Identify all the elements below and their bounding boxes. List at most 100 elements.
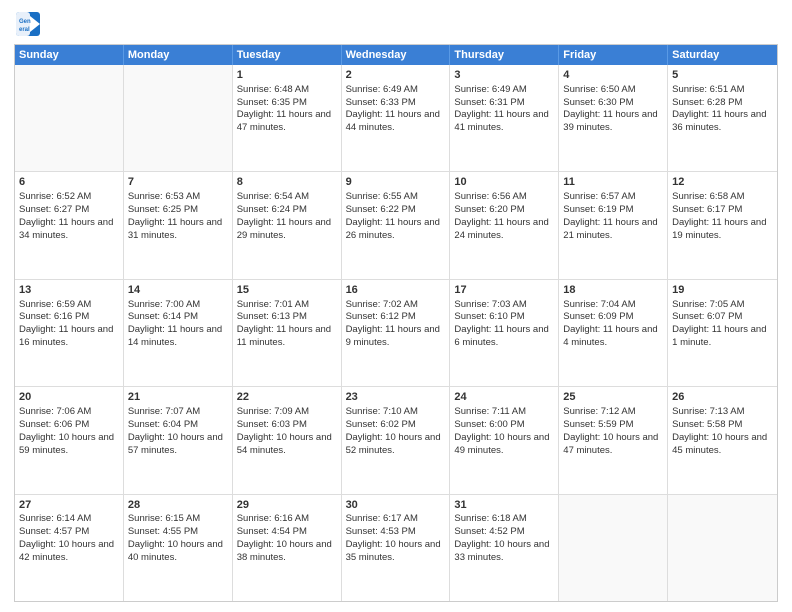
day-content: Sunrise: 7:09 AM Sunset: 6:03 PM Dayligh…: [237, 406, 332, 455]
day-content: Sunrise: 6:18 AM Sunset: 4:52 PM Dayligh…: [454, 513, 549, 562]
day-content: Sunrise: 6:54 AM Sunset: 6:24 PM Dayligh…: [237, 191, 331, 240]
calendar-row-1: 6Sunrise: 6:52 AM Sunset: 6:27 PM Daylig…: [15, 172, 777, 279]
empty-cell-4-6: [668, 495, 777, 601]
weekday-header-sunday: Sunday: [15, 45, 124, 65]
weekday-header-wednesday: Wednesday: [342, 45, 451, 65]
day-number: 6: [19, 175, 119, 190]
day-number: 23: [346, 390, 446, 405]
day-content: Sunrise: 7:12 AM Sunset: 5:59 PM Dayligh…: [563, 406, 658, 455]
day-content: Sunrise: 7:00 AM Sunset: 6:14 PM Dayligh…: [128, 299, 222, 348]
svg-text:Gen: Gen: [19, 19, 31, 25]
day-number: 7: [128, 175, 228, 190]
day-number: 20: [19, 390, 119, 405]
day-number: 3: [454, 68, 554, 83]
day-number: 5: [672, 68, 773, 83]
day-content: Sunrise: 7:06 AM Sunset: 6:06 PM Dayligh…: [19, 406, 114, 455]
weekday-header-thursday: Thursday: [450, 45, 559, 65]
day-number: 10: [454, 175, 554, 190]
day-content: Sunrise: 6:56 AM Sunset: 6:20 PM Dayligh…: [454, 191, 548, 240]
day-content: Sunrise: 7:07 AM Sunset: 6:04 PM Dayligh…: [128, 406, 223, 455]
day-content: Sunrise: 6:15 AM Sunset: 4:55 PM Dayligh…: [128, 513, 223, 562]
day-number: 11: [563, 175, 663, 190]
weekday-header-saturday: Saturday: [668, 45, 777, 65]
day-number: 14: [128, 283, 228, 298]
day-number: 26: [672, 390, 773, 405]
day-cell-6: 6Sunrise: 6:52 AM Sunset: 6:27 PM Daylig…: [15, 172, 124, 278]
weekday-header-friday: Friday: [559, 45, 668, 65]
day-content: Sunrise: 6:48 AM Sunset: 6:35 PM Dayligh…: [237, 84, 331, 133]
day-number: 27: [19, 498, 119, 513]
day-cell-19: 19Sunrise: 7:05 AM Sunset: 6:07 PM Dayli…: [668, 280, 777, 386]
day-cell-11: 11Sunrise: 6:57 AM Sunset: 6:19 PM Dayli…: [559, 172, 668, 278]
day-number: 8: [237, 175, 337, 190]
day-content: Sunrise: 6:49 AM Sunset: 6:31 PM Dayligh…: [454, 84, 548, 133]
day-cell-5: 5Sunrise: 6:51 AM Sunset: 6:28 PM Daylig…: [668, 65, 777, 171]
day-content: Sunrise: 6:59 AM Sunset: 6:16 PM Dayligh…: [19, 299, 113, 348]
day-number: 25: [563, 390, 663, 405]
weekday-header-tuesday: Tuesday: [233, 45, 342, 65]
day-number: 1: [237, 68, 337, 83]
day-cell-22: 22Sunrise: 7:09 AM Sunset: 6:03 PM Dayli…: [233, 387, 342, 493]
day-cell-16: 16Sunrise: 7:02 AM Sunset: 6:12 PM Dayli…: [342, 280, 451, 386]
day-number: 15: [237, 283, 337, 298]
day-cell-27: 27Sunrise: 6:14 AM Sunset: 4:57 PM Dayli…: [15, 495, 124, 601]
day-number: 2: [346, 68, 446, 83]
day-content: Sunrise: 7:10 AM Sunset: 6:02 PM Dayligh…: [346, 406, 441, 455]
day-cell-15: 15Sunrise: 7:01 AM Sunset: 6:13 PM Dayli…: [233, 280, 342, 386]
day-content: Sunrise: 6:57 AM Sunset: 6:19 PM Dayligh…: [563, 191, 657, 240]
day-content: Sunrise: 7:02 AM Sunset: 6:12 PM Dayligh…: [346, 299, 440, 348]
day-cell-26: 26Sunrise: 7:13 AM Sunset: 5:58 PM Dayli…: [668, 387, 777, 493]
day-content: Sunrise: 7:04 AM Sunset: 6:09 PM Dayligh…: [563, 299, 657, 348]
day-cell-12: 12Sunrise: 6:58 AM Sunset: 6:17 PM Dayli…: [668, 172, 777, 278]
calendar-row-4: 27Sunrise: 6:14 AM Sunset: 4:57 PM Dayli…: [15, 495, 777, 601]
day-cell-17: 17Sunrise: 7:03 AM Sunset: 6:10 PM Dayli…: [450, 280, 559, 386]
day-content: Sunrise: 6:49 AM Sunset: 6:33 PM Dayligh…: [346, 84, 440, 133]
day-content: Sunrise: 6:52 AM Sunset: 6:27 PM Dayligh…: [19, 191, 113, 240]
weekday-header-monday: Monday: [124, 45, 233, 65]
day-cell-10: 10Sunrise: 6:56 AM Sunset: 6:20 PM Dayli…: [450, 172, 559, 278]
day-content: Sunrise: 6:16 AM Sunset: 4:54 PM Dayligh…: [237, 513, 332, 562]
calendar-row-0: 1Sunrise: 6:48 AM Sunset: 6:35 PM Daylig…: [15, 65, 777, 172]
day-cell-14: 14Sunrise: 7:00 AM Sunset: 6:14 PM Dayli…: [124, 280, 233, 386]
day-cell-20: 20Sunrise: 7:06 AM Sunset: 6:06 PM Dayli…: [15, 387, 124, 493]
day-content: Sunrise: 6:17 AM Sunset: 4:53 PM Dayligh…: [346, 513, 441, 562]
calendar-header: SundayMondayTuesdayWednesdayThursdayFrid…: [15, 45, 777, 65]
day-cell-31: 31Sunrise: 6:18 AM Sunset: 4:52 PM Dayli…: [450, 495, 559, 601]
calendar-row-3: 20Sunrise: 7:06 AM Sunset: 6:06 PM Dayli…: [15, 387, 777, 494]
calendar: SundayMondayTuesdayWednesdayThursdayFrid…: [14, 44, 778, 602]
day-number: 12: [672, 175, 773, 190]
day-number: 24: [454, 390, 554, 405]
empty-cell-0-1: [124, 65, 233, 171]
day-number: 16: [346, 283, 446, 298]
day-content: Sunrise: 7:05 AM Sunset: 6:07 PM Dayligh…: [672, 299, 766, 348]
day-content: Sunrise: 6:53 AM Sunset: 6:25 PM Dayligh…: [128, 191, 222, 240]
day-number: 13: [19, 283, 119, 298]
day-content: Sunrise: 6:55 AM Sunset: 6:22 PM Dayligh…: [346, 191, 440, 240]
day-number: 31: [454, 498, 554, 513]
day-content: Sunrise: 7:13 AM Sunset: 5:58 PM Dayligh…: [672, 406, 767, 455]
day-number: 18: [563, 283, 663, 298]
empty-cell-0-0: [15, 65, 124, 171]
day-cell-9: 9Sunrise: 6:55 AM Sunset: 6:22 PM Daylig…: [342, 172, 451, 278]
day-number: 4: [563, 68, 663, 83]
day-cell-13: 13Sunrise: 6:59 AM Sunset: 6:16 PM Dayli…: [15, 280, 124, 386]
page: Gen eral SundayMondayTuesdayWednesdayThu…: [0, 0, 792, 612]
day-cell-21: 21Sunrise: 7:07 AM Sunset: 6:04 PM Dayli…: [124, 387, 233, 493]
logo: Gen eral: [14, 10, 46, 38]
header: Gen eral: [14, 10, 778, 38]
logo-icon: Gen eral: [14, 10, 42, 38]
day-number: 9: [346, 175, 446, 190]
day-content: Sunrise: 6:50 AM Sunset: 6:30 PM Dayligh…: [563, 84, 657, 133]
day-cell-18: 18Sunrise: 7:04 AM Sunset: 6:09 PM Dayli…: [559, 280, 668, 386]
day-number: 22: [237, 390, 337, 405]
day-content: Sunrise: 6:58 AM Sunset: 6:17 PM Dayligh…: [672, 191, 766, 240]
day-cell-2: 2Sunrise: 6:49 AM Sunset: 6:33 PM Daylig…: [342, 65, 451, 171]
day-content: Sunrise: 6:14 AM Sunset: 4:57 PM Dayligh…: [19, 513, 114, 562]
day-cell-23: 23Sunrise: 7:10 AM Sunset: 6:02 PM Dayli…: [342, 387, 451, 493]
svg-text:eral: eral: [19, 27, 30, 33]
day-content: Sunrise: 7:01 AM Sunset: 6:13 PM Dayligh…: [237, 299, 331, 348]
day-cell-25: 25Sunrise: 7:12 AM Sunset: 5:59 PM Dayli…: [559, 387, 668, 493]
day-cell-28: 28Sunrise: 6:15 AM Sunset: 4:55 PM Dayli…: [124, 495, 233, 601]
calendar-row-2: 13Sunrise: 6:59 AM Sunset: 6:16 PM Dayli…: [15, 280, 777, 387]
day-number: 30: [346, 498, 446, 513]
